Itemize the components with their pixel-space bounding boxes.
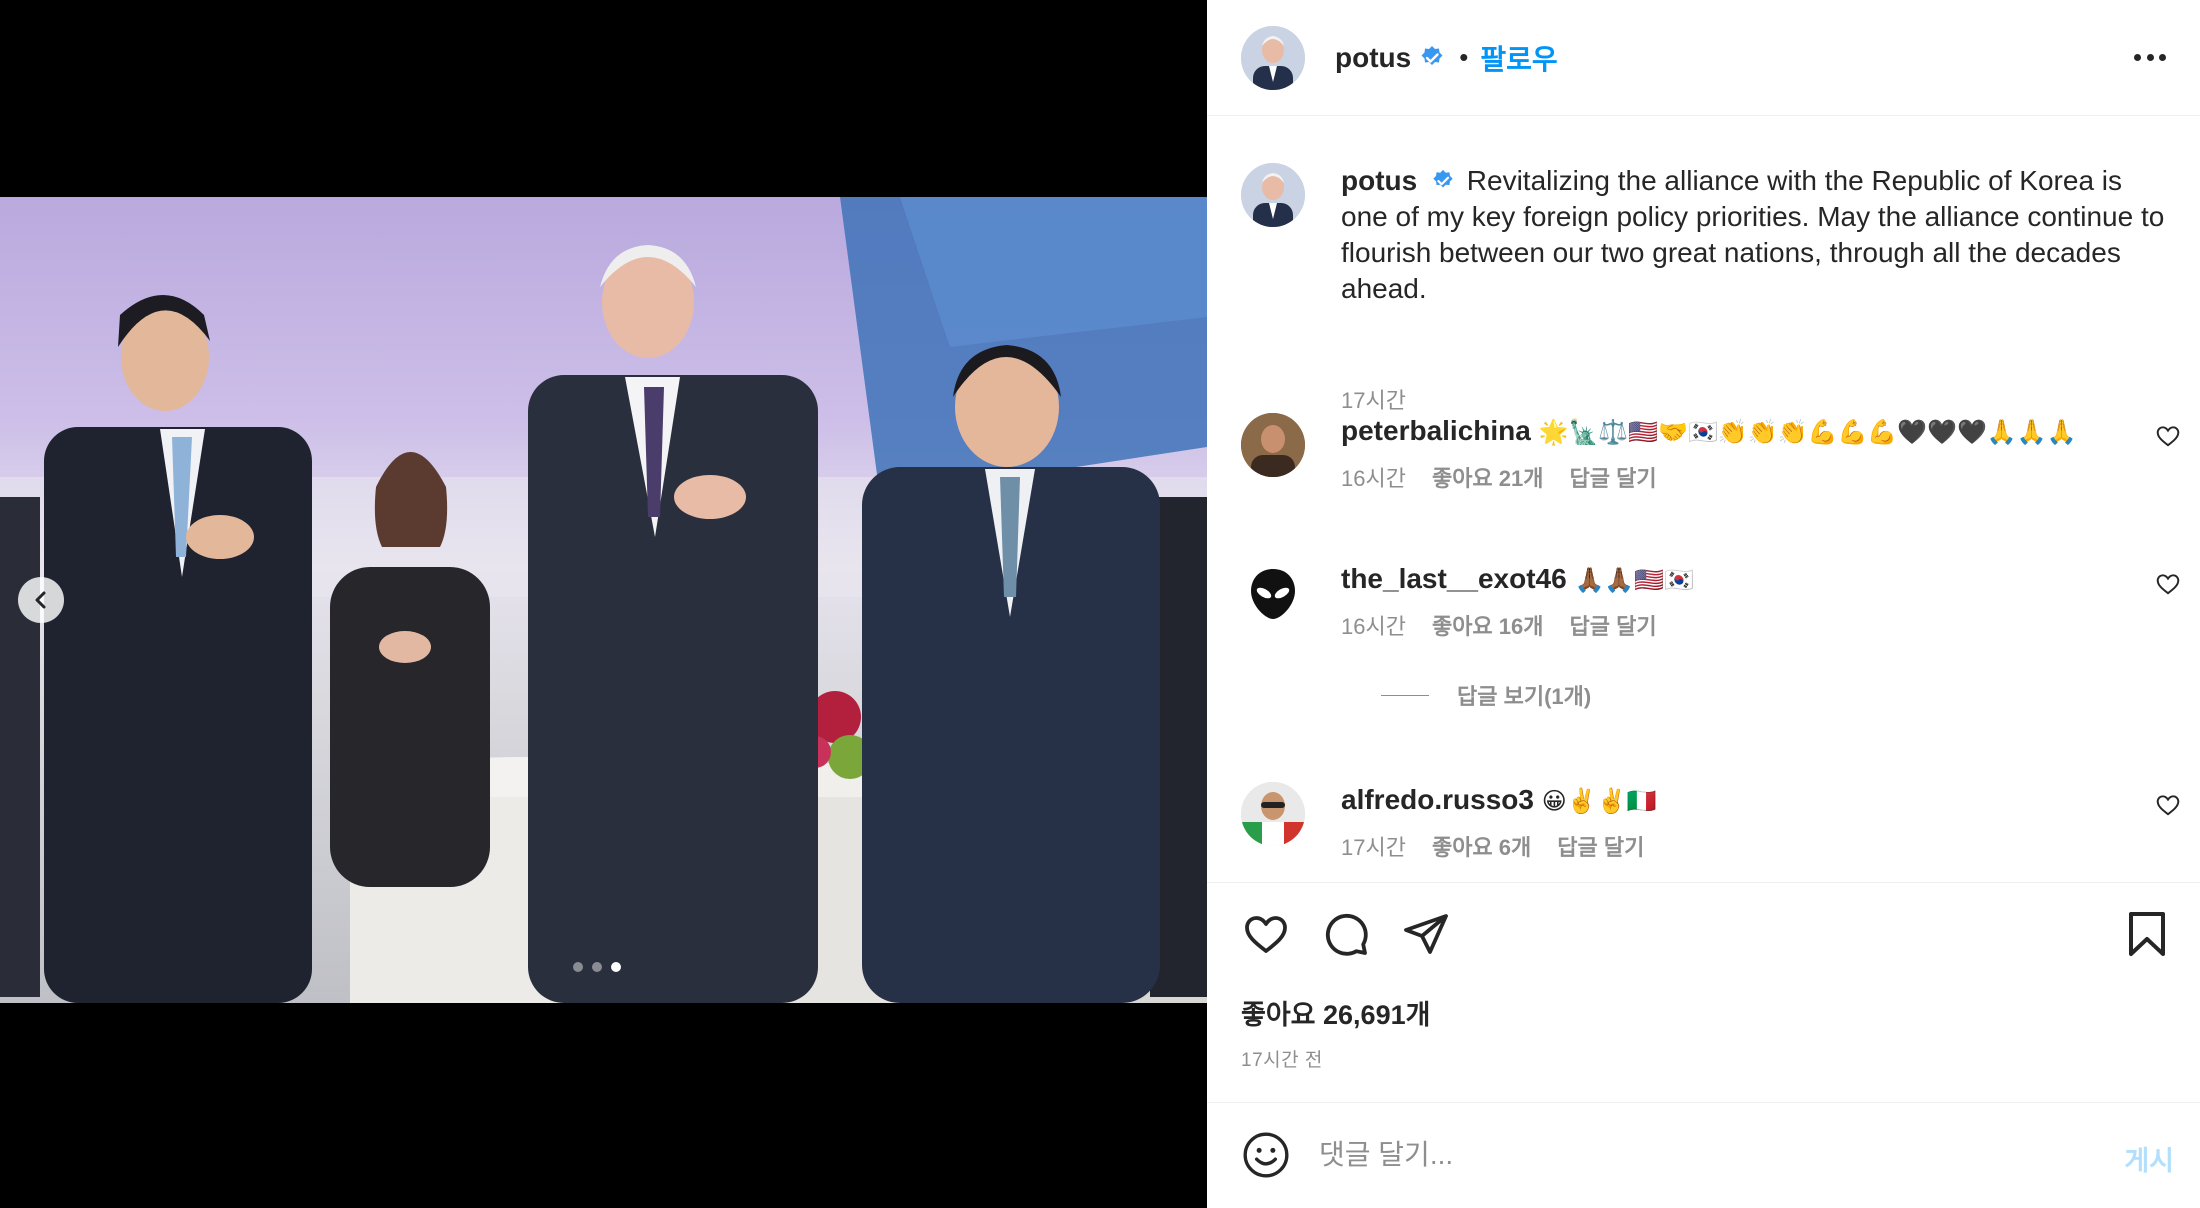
heart-icon[interactable] [2155, 571, 2181, 597]
media-viewer [0, 0, 1207, 1208]
comment-meta: 16시간 좋아요 16개 답글 달기 [1341, 609, 1657, 641]
like-button[interactable] [1241, 909, 1291, 959]
smiley-face-icon [1243, 1132, 1289, 1178]
avatar[interactable] [1241, 561, 1305, 625]
view-replies-button[interactable]: 답글 보기(1개) [1381, 679, 1591, 711]
verified-badge-icon [1421, 45, 1443, 65]
caption-username[interactable]: potus [1341, 165, 1417, 196]
comment-text: 😀✌️✌️🇮🇹 [1541, 787, 1657, 815]
comment-meta: 17시간 좋아요 6개 답글 달기 [1341, 830, 1644, 862]
profile-picture [1241, 163, 1305, 227]
paper-plane-icon [1404, 914, 1448, 954]
save-button[interactable] [2122, 909, 2172, 959]
caption-text-block: potus Revitalizing the alliance with the… [1341, 163, 2171, 307]
comment-bubble-icon [1325, 913, 1368, 956]
comment-timestamp: 16시간 [1341, 614, 1406, 639]
comment-item: alfredo.russo3 😀✌️✌️🇮🇹 17시간 좋아요 6개 답글 달기 [1241, 782, 2180, 882]
more-options-button[interactable] [2130, 40, 2170, 74]
post-author-username[interactable]: potus [1335, 42, 1411, 74]
event-photo-illustration [0, 197, 1207, 1003]
comment-username[interactable]: peterbalichina [1341, 415, 1531, 446]
separator: • [1459, 42, 1469, 72]
follow-button[interactable]: 팔로우 [1480, 38, 1557, 78]
post-header: potus • 팔로우 [1207, 0, 2200, 116]
more-dot-icon [2134, 53, 2141, 61]
more-dot-icon [2159, 53, 2166, 61]
comments-list[interactable]: potus Revitalizing the alliance with the… [1207, 117, 2200, 882]
comment-username[interactable]: the_last__exot46 [1341, 563, 1567, 594]
comment-text-block: peterbalichina 🌟🗽⚖️🇺🇸🤝🇰🇷👏👏👏💪💪💪🖤🖤🖤🙏🙏🙏 [1341, 413, 2111, 450]
verified-badge-icon [1433, 169, 1453, 188]
caption-timestamp: 17시간 [1341, 388, 1406, 413]
chevron-left-icon [35, 591, 46, 609]
carousel-dot [592, 962, 602, 972]
comment-likes-button[interactable]: 좋아요 6개 [1432, 830, 1531, 862]
add-comment-bar: 게시 [1207, 1102, 2200, 1208]
post-photo [0, 197, 1207, 1003]
reply-button[interactable]: 답글 달기 [1557, 830, 1644, 862]
avatar[interactable] [1241, 163, 1305, 227]
comment-text-block: the_last__exot46 🙏🏾🙏🏾🇺🇸🇰🇷 [1341, 561, 2111, 598]
avatar[interactable] [1241, 782, 1305, 846]
comment-text: 🙏🏾🙏🏾🇺🇸🇰🇷 [1574, 566, 1694, 594]
bookmark-icon [2129, 912, 2165, 956]
comment-item: the_last__exot46 🙏🏾🙏🏾🇺🇸🇰🇷 16시간 좋아요 16개 답… [1241, 561, 2180, 741]
alien-avatar-icon [1241, 561, 1305, 625]
comment-timestamp: 16시간 [1341, 466, 1406, 491]
comment-text-block: alfredo.russo3 😀✌️✌️🇮🇹 [1341, 782, 2111, 819]
post-timestamp: 17시간 전 [1241, 1050, 1323, 1071]
heart-icon [1245, 916, 1287, 953]
post-comment-button[interactable]: 게시 [2124, 1139, 2174, 1178]
divider-line [1381, 694, 1429, 696]
carousel-dot-active [611, 962, 621, 972]
more-dot-icon [2146, 53, 2154, 61]
comment-item: peterbalichina 🌟🗽⚖️🇺🇸🤝🇰🇷👏👏👏💪💪💪🖤🖤🖤🙏🙏🙏 16시… [1241, 413, 2180, 523]
comment-text: 🌟🗽⚖️🇺🇸🤝🇰🇷👏👏👏💪💪💪🖤🖤🖤🙏🙏🙏 [1538, 418, 2077, 446]
carousel-previous-button[interactable] [18, 577, 64, 623]
post-actions: 좋아요 26,691개 17시간 전 [1207, 882, 2200, 1102]
caption-text: Revitalizing the alliance with the Repub… [1341, 165, 2165, 304]
carousel-indicator [573, 962, 621, 972]
reply-button[interactable]: 답글 달기 [1570, 461, 1657, 493]
avatar[interactable] [1241, 25, 1305, 90]
profile-picture [1241, 413, 1305, 477]
carousel-dot [573, 962, 583, 972]
heart-icon[interactable] [2155, 423, 2181, 449]
caption: potus Revitalizing the alliance with the… [1241, 163, 2171, 413]
emoji-picker-button[interactable] [1241, 1130, 1291, 1180]
comment-likes-button[interactable]: 좋아요 16개 [1432, 609, 1544, 641]
avatar[interactable] [1241, 413, 1305, 477]
profile-picture [1241, 25, 1305, 90]
likes-count[interactable]: 좋아요 26,691개 [1241, 993, 1430, 1032]
view-replies-label: 답글 보기(1개) [1457, 684, 1592, 709]
comment-meta: 16시간 좋아요 21개 답글 달기 [1341, 461, 1657, 493]
share-button[interactable] [1401, 909, 1451, 959]
comment-likes-button[interactable]: 좋아요 21개 [1432, 461, 1544, 493]
comment-timestamp: 17시간 [1341, 835, 1406, 860]
comment-input[interactable] [1319, 1133, 2039, 1177]
comment-username[interactable]: alfredo.russo3 [1341, 784, 1534, 815]
comment-button[interactable] [1321, 909, 1371, 959]
reply-button[interactable]: 답글 달기 [1570, 609, 1657, 641]
post-details-panel: potus • 팔로우 potus Revitalizing the allia… [1207, 0, 2200, 1208]
profile-picture [1241, 782, 1305, 846]
heart-icon[interactable] [2155, 792, 2181, 818]
caption-meta: 17시간 [1341, 383, 1406, 415]
